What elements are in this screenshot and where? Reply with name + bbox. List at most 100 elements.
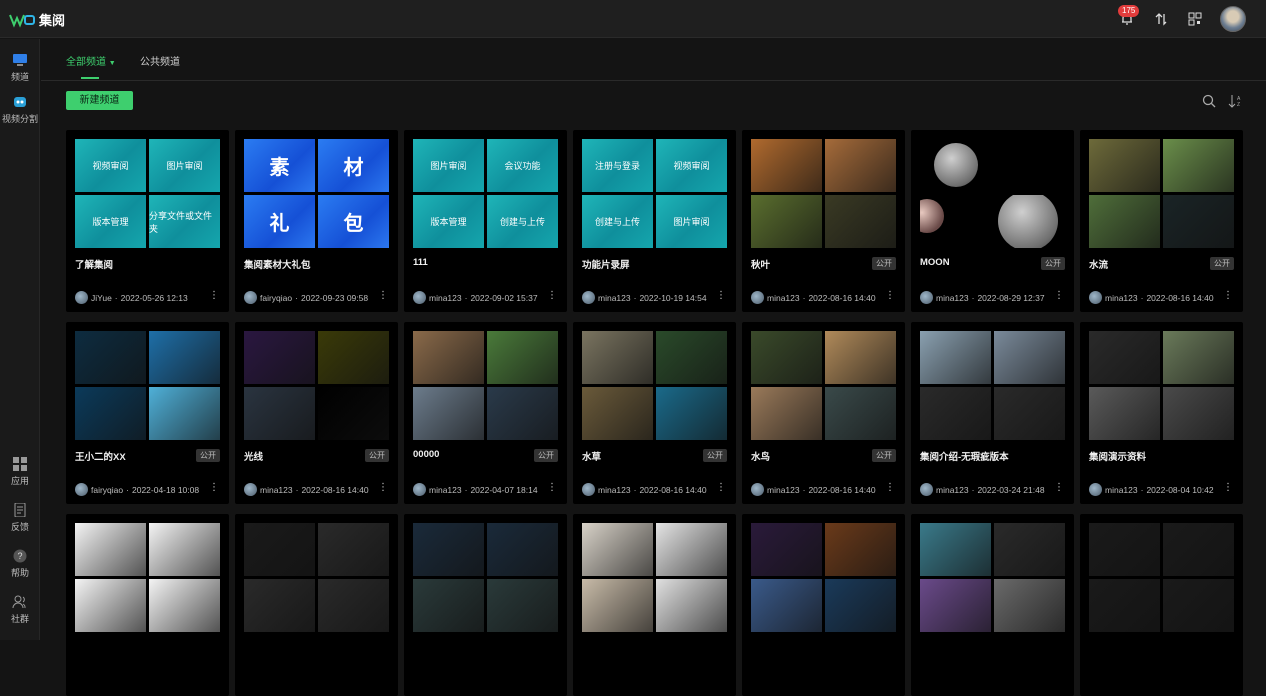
- more-options-icon[interactable]: ⋮: [716, 290, 726, 301]
- logo-icon: [9, 14, 35, 28]
- channel-thumbnails: [1089, 139, 1234, 248]
- channel-title: 光线: [244, 452, 264, 463]
- sidebar: 频道 视频分割 应用 反馈 ? 帮助 社群: [0, 39, 40, 640]
- people-icon: [12, 595, 26, 609]
- more-options-icon[interactable]: ⋮: [209, 482, 219, 493]
- channel-card[interactable]: [235, 514, 398, 696]
- owner-name: mina123: [767, 292, 800, 303]
- feature-tile: 礼: [244, 195, 315, 248]
- more-options-icon[interactable]: ⋮: [1223, 290, 1233, 301]
- channel-card[interactable]: 图片审阅 会议功能 版本管理 创建与上传 111 mina123 · 2022-09-02 1…: [404, 130, 567, 312]
- more-options-icon[interactable]: ⋮: [885, 482, 895, 493]
- sidebar-item-label: 帮助: [10, 568, 29, 578]
- meta-separator: ·: [1140, 484, 1144, 495]
- sidebar-item-label: 视频分割: [1, 114, 38, 124]
- channel-card[interactable]: [66, 514, 229, 696]
- sidebar-item-label: 频道: [10, 72, 29, 82]
- sidebar-item-label: 应用: [10, 476, 29, 486]
- sidebar-item-community[interactable]: 社群: [0, 595, 40, 625]
- moon-image: [934, 143, 978, 187]
- channel-card[interactable]: 王小二的XX 公开 fairyqiao · 2022-04-18 10:08 ⋮: [66, 322, 229, 504]
- channel-title: 王小二的XX: [75, 452, 126, 463]
- more-options-icon[interactable]: ⋮: [1223, 482, 1233, 493]
- tab-all-channels[interactable]: 全部频道 ▼: [66, 53, 116, 68]
- more-options-icon[interactable]: ⋮: [1054, 482, 1064, 493]
- channel-thumbnails: [1089, 523, 1234, 632]
- channel-card[interactable]: [404, 514, 567, 696]
- new-channel-button[interactable]: 新建频道: [66, 91, 133, 110]
- feature-tile: 注册与登录: [582, 139, 653, 192]
- thumbnail-image: [487, 579, 558, 632]
- meta-separator: ·: [464, 484, 468, 495]
- more-options-icon[interactable]: ⋮: [378, 482, 388, 493]
- channel-meta: mina123 · 2022-08-16 14:40: [751, 483, 876, 496]
- channel-thumbnails: [751, 523, 896, 632]
- more-options-icon[interactable]: ⋮: [547, 482, 557, 493]
- help-icon: ?: [13, 549, 27, 563]
- channel-card[interactable]: [1080, 514, 1243, 696]
- thumbnail-image: [825, 523, 896, 576]
- more-options-icon[interactable]: ⋮: [378, 290, 388, 301]
- channel-timestamp: 2022-09-23 09:58: [300, 292, 369, 303]
- meta-separator: ·: [971, 292, 975, 303]
- bell-icon[interactable]: 175: [1118, 5, 1140, 28]
- sidebar-item-channels[interactable]: 频道: [0, 53, 40, 83]
- channel-card[interactable]: 秋叶 公开 mina123 · 2022-08-16 14:40 ⋮: [742, 130, 905, 312]
- more-options-icon[interactable]: ⋮: [1054, 290, 1064, 301]
- channel-card[interactable]: 水草 公开 mina123 · 2022-08-16 14:40 ⋮: [573, 322, 736, 504]
- channel-title: 水流: [1089, 260, 1109, 271]
- thumbnail-image: [75, 331, 146, 384]
- app-logo[interactable]: 集阅: [9, 10, 65, 29]
- more-options-icon[interactable]: ⋮: [209, 290, 219, 301]
- channel-title: MOON: [920, 257, 950, 268]
- thumbnail-image: [994, 331, 1065, 384]
- feature-tile: 分享文件或文件夹: [149, 195, 220, 248]
- channel-card[interactable]: [911, 514, 1074, 696]
- feature-tile: 视频审阅: [75, 139, 146, 192]
- channel-card[interactable]: 光线 公开 mina123 · 2022-08-16 14:40 ⋮: [235, 322, 398, 504]
- owner-avatar: [751, 291, 764, 304]
- thumbnail-image: [1163, 387, 1234, 440]
- channel-card[interactable]: 素材礼包集阅素材大礼包 fairyqiao · 2022-09-23 09:58 ⋮: [235, 130, 398, 312]
- thumbnail-image: [413, 523, 484, 576]
- tab-public-channels[interactable]: 公共频道: [140, 53, 180, 68]
- channel-card[interactable]: 集阅介绍-无瑕疵版本 mina123 · 2022-03-24 21:48 ⋮: [911, 322, 1074, 504]
- channel-thumbnails: [920, 139, 1065, 248]
- channel-thumbnails: [413, 523, 558, 632]
- channel-thumbnails: [582, 331, 727, 440]
- top-bar: 集阅 175: [0, 0, 1266, 38]
- channel-card[interactable]: 集阅演示资料 mina123 · 2022-08-04 10:42 ⋮: [1080, 322, 1243, 504]
- more-options-icon[interactable]: ⋮: [547, 290, 557, 301]
- feature-tile: 创建与上传: [487, 195, 558, 248]
- meta-separator: ·: [633, 292, 637, 303]
- sidebar-item-video-split[interactable]: 视频分割: [0, 95, 40, 125]
- thumbnail-image: [920, 139, 991, 192]
- owner-name: mina123: [936, 292, 969, 303]
- channel-card[interactable]: MOON 公开 mina123 · 2022-08-29 12:37 ⋮: [911, 130, 1074, 312]
- sort-icon[interactable]: AZ: [1228, 94, 1242, 108]
- meta-separator: ·: [971, 484, 975, 495]
- sidebar-item-feedback[interactable]: 反馈: [0, 503, 40, 533]
- user-avatar[interactable]: [1220, 6, 1246, 32]
- transfer-icon[interactable]: [1152, 10, 1170, 28]
- thumbnail-image: [1163, 139, 1234, 192]
- sidebar-item-help[interactable]: ? 帮助: [0, 549, 40, 579]
- sidebar-item-apps[interactable]: 应用: [0, 457, 40, 487]
- more-options-icon[interactable]: ⋮: [716, 482, 726, 493]
- channel-card[interactable]: 水流 公开 mina123 · 2022-08-16 14:40 ⋮: [1080, 130, 1243, 312]
- channel-card[interactable]: [573, 514, 736, 696]
- channel-card[interactable]: 注册与登录 视频审阅 创建与上传 图片审阅 功能片录屏 mina123 · 2022-10-1…: [573, 130, 736, 312]
- channel-card[interactable]: 视频审阅 图片审阅 版本管理 分享文件或文件夹 了解集阅 JiYue · 2022-05-26…: [66, 130, 229, 312]
- search-icon[interactable]: [1202, 94, 1216, 108]
- feature-tile: 视频审阅: [656, 139, 727, 192]
- channel-card[interactable]: [742, 514, 905, 696]
- thumbnail-image: [920, 331, 991, 384]
- document-icon: [14, 503, 26, 517]
- channel-card[interactable]: 水鸟 公开 mina123 · 2022-08-16 14:40 ⋮: [742, 322, 905, 504]
- meta-separator: ·: [126, 484, 129, 495]
- more-options-icon[interactable]: ⋮: [885, 290, 895, 301]
- qrcode-icon[interactable]: [1186, 10, 1204, 28]
- channel-card[interactable]: 00000 公开 mina123 · 2022-04-07 18:14 ⋮: [404, 322, 567, 504]
- channel-title: 00000: [413, 449, 440, 460]
- channel-meta: JiYue · 2022-05-26 12:13: [75, 291, 188, 304]
